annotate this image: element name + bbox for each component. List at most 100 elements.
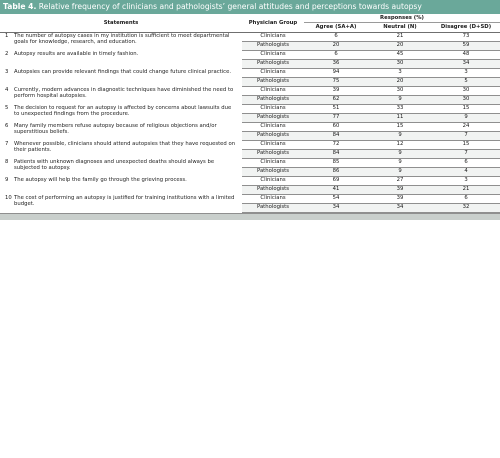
disagree-value: 6 [432, 194, 500, 204]
group-label: Pathologists [242, 77, 304, 87]
agree-value: 75 [304, 77, 368, 87]
group-label: Pathologists [242, 203, 304, 213]
disagree-value: 3 [432, 68, 500, 78]
statement-text: Patients with unknown diagnoses and unex… [14, 158, 215, 171]
disagree-value: 6 [432, 158, 500, 168]
header-disagree: Disagree (D+SD) [432, 22, 500, 33]
group-label: Pathologists [242, 113, 304, 123]
table-row: 7 Whenever possible, clinicians should at… [0, 140, 500, 153]
agree-value: 6 [304, 50, 368, 60]
agree-value: 72 [304, 140, 368, 150]
disagree-value: 15 [432, 140, 500, 150]
disagree-value: 59 [432, 41, 500, 51]
table-caption: Table 4. Relative frequency of clinician… [0, 0, 500, 14]
statement-text: Whenever possible, clinicians should att… [14, 140, 236, 153]
header-physician-group: Physician Group [242, 14, 304, 33]
disagree-value: 15 [432, 104, 500, 114]
neutral-value: 9 [368, 158, 432, 168]
agree-value: 51 [304, 104, 368, 114]
neutral-value: 30 [368, 59, 432, 69]
header-statements: Statements [0, 14, 242, 33]
disagree-value: 3 [432, 176, 500, 186]
agree-value: 84 [304, 149, 368, 159]
disagree-value: 24 [432, 122, 500, 132]
agree-value: 60 [304, 122, 368, 132]
neutral-value: 9 [368, 95, 432, 105]
agree-value: 36 [304, 59, 368, 69]
agree-value: 85 [304, 158, 368, 168]
group-label: Clinicians [242, 32, 304, 42]
agree-value: 39 [304, 86, 368, 96]
neutral-value: 15 [368, 122, 432, 132]
group-label: Pathologists [242, 95, 304, 105]
item-number: 8 [5, 158, 9, 165]
agree-value: 62 [304, 95, 368, 105]
disagree-value: 4 [432, 167, 500, 177]
group-label: Clinicians [242, 104, 304, 114]
disagree-value: 73 [432, 32, 500, 42]
neutral-value: 39 [368, 185, 432, 195]
group-label: Pathologists [242, 149, 304, 159]
neutral-value: 3 [368, 68, 432, 78]
disagree-value: 30 [432, 95, 500, 105]
agree-value: 94 [304, 68, 368, 78]
table-row: 2 Autopsy results are available in timely… [0, 50, 500, 60]
neutral-value: 21 [368, 32, 432, 42]
table-row: 9 The autopsy will help the family go thr… [0, 176, 500, 186]
item-number: 10 [5, 194, 12, 201]
statement-text: The autopsy will help the family go thro… [14, 176, 187, 183]
table-caption-text: Relative frequency of clinicians and pat… [36, 2, 422, 11]
neutral-value: 30 [368, 86, 432, 96]
statement-text: Autopsies can provide relevant findings … [14, 68, 232, 75]
table-body: 1 The number of autopsy cases in my insti… [0, 32, 500, 213]
group-label: Clinicians [242, 140, 304, 150]
statement-text: The number of autopsy cases in my instit… [14, 33, 230, 46]
neutral-value: 9 [368, 167, 432, 177]
statement-text: The cost of performing an autopsy is jus… [14, 194, 235, 207]
disagree-value: 34 [432, 59, 500, 69]
group-label: Pathologists [242, 59, 304, 69]
statement-text: The decision to request for an autopsy i… [14, 104, 232, 117]
neutral-value: 12 [368, 140, 432, 150]
group-label: Clinicians [242, 176, 304, 186]
group-label: Clinicians [242, 68, 304, 78]
table-row: 8 Patients with unknown diagnoses and une… [0, 158, 500, 171]
neutral-value: 11 [368, 113, 432, 123]
group-label: Clinicians [242, 50, 304, 60]
table-footer-bar [0, 213, 500, 220]
agree-value: 41 [304, 185, 368, 195]
table-row: 3 Autopsies can provide relevant findings… [0, 68, 500, 78]
agree-value: 54 [304, 194, 368, 204]
item-number: 5 [5, 104, 9, 111]
group-label: Clinicians [242, 86, 304, 96]
disagree-value: 9 [432, 113, 500, 123]
disagree-value: 7 [432, 131, 500, 141]
group-label: Clinicians [242, 122, 304, 132]
item-number: 2 [5, 50, 9, 57]
table-caption-label: Table 4. [3, 2, 37, 11]
group-label: Clinicians [242, 194, 304, 204]
agree-value: 20 [304, 41, 368, 51]
group-label: Clinicians [242, 158, 304, 168]
item-number: 1 [5, 33, 9, 39]
neutral-value: 45 [368, 50, 432, 60]
disagree-value: 21 [432, 185, 500, 195]
agree-value: 69 [304, 176, 368, 186]
group-label: Pathologists [242, 185, 304, 195]
disagree-value: 7 [432, 149, 500, 159]
statement-text: Currently, modern advances in diagnostic… [14, 86, 234, 99]
attitudes-table: Statements Physician Group Responses (%)… [0, 14, 500, 213]
table-row: 10 The cost of performing an autopsy is j… [0, 194, 500, 207]
neutral-value: 33 [368, 104, 432, 114]
header-neutral: Neutral (N) [368, 22, 432, 33]
statement-text: Many family members refuse autopsy becau… [14, 122, 217, 135]
disagree-value: 48 [432, 50, 500, 60]
neutral-value: 39 [368, 194, 432, 204]
item-number: 6 [5, 122, 9, 129]
table-row: 4 Currently, modern advances in diagnosti… [0, 86, 500, 99]
disagree-value: 32 [432, 203, 500, 213]
header-responses: Responses (%) [304, 14, 500, 23]
group-label: Pathologists [242, 131, 304, 141]
neutral-value: 34 [368, 203, 432, 213]
neutral-value: 9 [368, 131, 432, 141]
